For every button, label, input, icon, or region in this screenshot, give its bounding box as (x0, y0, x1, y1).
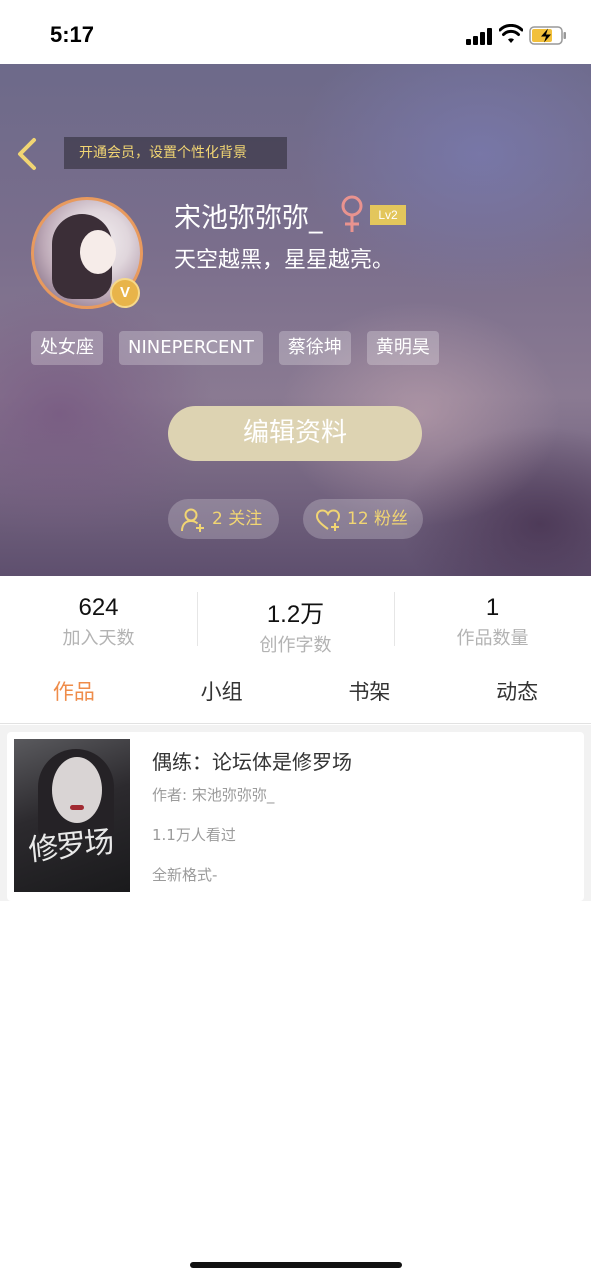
tab-works[interactable]: 作品 (0, 660, 148, 723)
home-indicator[interactable] (190, 1262, 402, 1268)
work-card[interactable]: 修罗场 偶练：论坛体是修罗场 作者: 宋池弥弥弥_ 1.1万人看过 全新格式- (7, 732, 584, 901)
book-cover[interactable]: 修罗场 (14, 739, 130, 892)
work-title[interactable]: 偶练：论坛体是修罗场 (152, 746, 352, 775)
fans-button[interactable]: 12 粉丝 (303, 499, 423, 539)
tag-item[interactable]: 黄明昊 (366, 331, 439, 365)
stat-label: 加入天数 (62, 628, 135, 649)
tag-item[interactable]: NINEPERCENT (119, 331, 263, 365)
female-icon (341, 195, 363, 232)
stat-value: 624 (78, 594, 119, 621)
username: 宋池弥弥弥_ (174, 203, 323, 234)
profile-tabs: 作品 小组 书架 动态 (0, 660, 591, 724)
level-badge: Lv2 (370, 205, 406, 225)
battery-charging-icon (529, 26, 566, 45)
work-views: 1.1万人看过 (152, 826, 236, 844)
stat-join-days: 624 加入天数 (0, 576, 197, 660)
work-description: 全新格式- (152, 866, 218, 884)
stat-work-count: 1 作品数量 (394, 576, 591, 660)
profile-stats: 624 加入天数 1.2万 创作字数 1 作品数量 (0, 576, 591, 660)
following-count: 2 关注 (212, 509, 263, 529)
stat-label: 作品数量 (456, 628, 529, 649)
tag-item[interactable]: 处女座 (31, 331, 103, 365)
verified-badge: V (110, 278, 140, 308)
stat-value: 1 (485, 594, 500, 621)
stat-word-count: 1.2万 创作字数 (197, 576, 394, 660)
heart-add-icon (315, 509, 341, 531)
back-chevron-icon[interactable] (14, 136, 40, 172)
cellular-signal-icon (466, 27, 494, 45)
user-signature: 天空越黑，星星越亮。 (174, 248, 395, 273)
profile-header: 开通会员，设置个性化背景 V 宋池弥弥弥_ Lv2 天空越黑，星星越亮。 处女座… (0, 64, 591, 576)
status-time: 5:17 (50, 22, 95, 47)
tag-list: 处女座 NINEPERCENT 蔡徐坤 黄明昊 (31, 331, 439, 365)
edit-profile-button[interactable]: 编辑资料 (168, 406, 422, 461)
stat-value: 1.2万 (266, 601, 325, 628)
tab-activity[interactable]: 动态 (443, 660, 591, 723)
vip-background-banner[interactable]: 开通会员，设置个性化背景 (64, 137, 287, 169)
work-author: 作者: 宋池弥弥弥_ (152, 786, 275, 804)
tab-bookshelf[interactable]: 书架 (296, 660, 444, 723)
cover-title: 修罗场 (26, 824, 114, 869)
status-bar: 5:17 (0, 0, 591, 64)
fans-count: 12 粉丝 (347, 509, 409, 529)
wifi-icon (499, 24, 523, 43)
tag-item[interactable]: 蔡徐坤 (278, 331, 351, 365)
tab-groups[interactable]: 小组 (148, 660, 296, 723)
following-button[interactable]: 2 关注 (168, 499, 279, 539)
stat-label: 创作字数 (259, 635, 332, 656)
user-add-icon (181, 508, 204, 532)
